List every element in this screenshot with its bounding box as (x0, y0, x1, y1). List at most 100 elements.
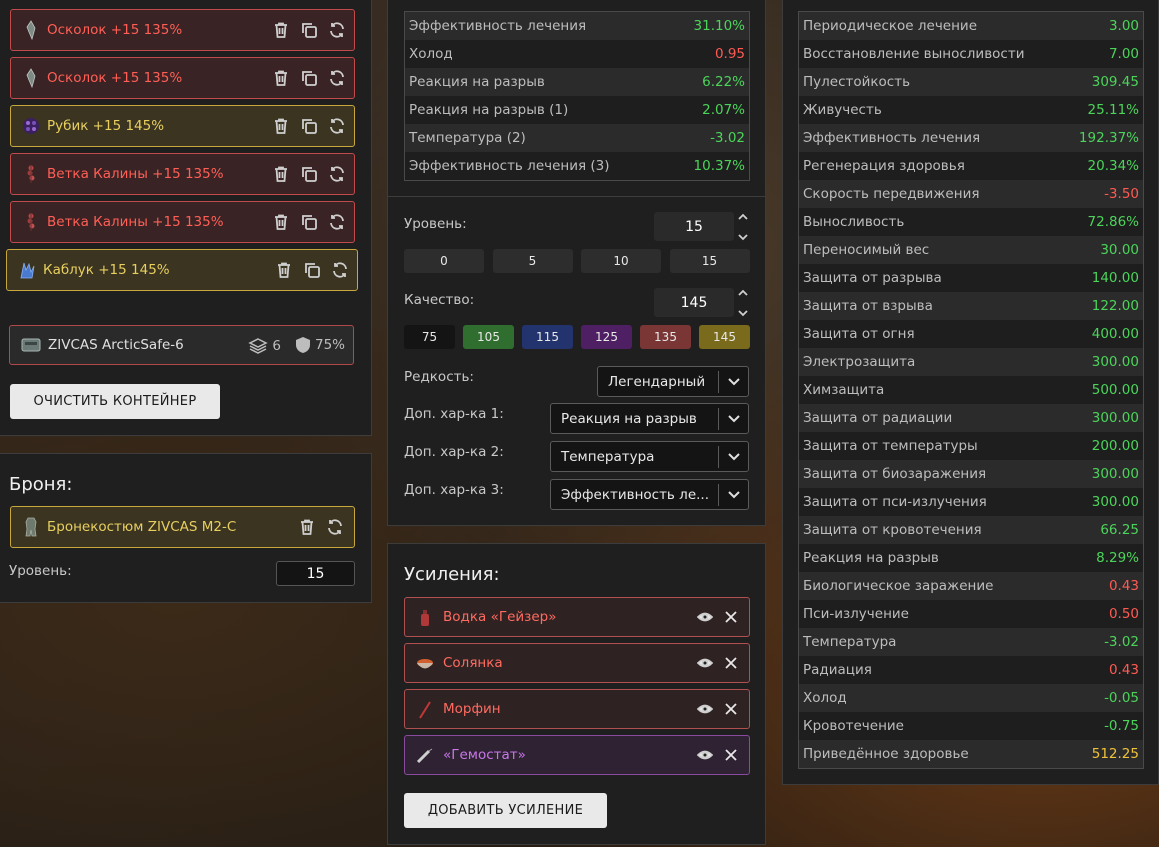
container-item[interactable]: ZIVCAS ArcticSafe-6 6 75% (9, 325, 354, 365)
level-stepper[interactable] (736, 213, 750, 241)
stat-value: 3.00 (1108, 18, 1139, 34)
chevron-down-icon[interactable] (738, 233, 748, 241)
artifact-slot[interactable]: Ветка Калины +15 135% (10, 201, 355, 243)
trash-icon[interactable] (272, 21, 290, 39)
close-icon[interactable] (723, 701, 739, 717)
artifact-slot[interactable]: Каблук +15 145% (6, 249, 358, 291)
quality-input[interactable]: 145 (654, 288, 734, 317)
artifact-stats-table: Эффективность лечения 31.10% Холод 0.95 Реак… (404, 11, 750, 181)
level-preset-button[interactable]: 0 (404, 249, 484, 273)
stat-row: Защита от температуры 200.00 (799, 432, 1143, 460)
boost-item[interactable]: «Гемостат» (404, 735, 750, 775)
close-icon[interactable] (723, 747, 739, 763)
shard-icon (21, 68, 41, 88)
extra2-select[interactable]: Температура (550, 441, 749, 472)
trash-icon[interactable] (272, 69, 290, 87)
stat-value: 31.10% (693, 18, 745, 34)
eye-icon[interactable] (697, 747, 713, 763)
trash-icon[interactable] (272, 117, 290, 135)
extra3-value: Эффективность ле... (561, 486, 709, 503)
boost-item[interactable]: Морфин (404, 689, 750, 729)
stat-label: Переносимый вес (803, 242, 930, 258)
quality-preset-button[interactable]: 105 (463, 325, 514, 349)
refresh-icon[interactable] (328, 69, 346, 87)
artifact-slot[interactable]: Рубик +15 145% (10, 105, 355, 147)
stat-row: Приведённое здоровье 512.25 (799, 740, 1143, 768)
stat-value: 300.00 (1091, 466, 1139, 482)
quality-preset-button[interactable]: 115 (522, 325, 573, 349)
stat-label: Периодическое лечение (803, 18, 978, 34)
boost-item[interactable]: Водка «Гейзер» (404, 597, 750, 637)
close-icon[interactable] (723, 655, 739, 671)
rarity-select[interactable]: Легендарный (597, 366, 749, 397)
copy-icon[interactable] (300, 69, 318, 87)
stat-value: 300.00 (1091, 354, 1139, 370)
clear-container-button[interactable]: ОЧИСТИТЬ КОНТЕЙНЕР (10, 384, 220, 419)
stat-label: Защита от взрыва (803, 298, 933, 314)
stat-row: Радиация 0.43 (799, 656, 1143, 684)
refresh-icon[interactable] (326, 518, 344, 536)
quality-preset-button[interactable]: 135 (640, 325, 691, 349)
level-preset-button[interactable]: 15 (669, 249, 750, 273)
chevron-up-icon[interactable] (738, 289, 748, 297)
divider (388, 196, 765, 197)
stat-value: 400.00 (1091, 326, 1139, 342)
stat-row: Пси-излучение 0.50 (799, 600, 1143, 628)
rarity-value: Легендарный (608, 373, 706, 390)
stat-label: Регенерация здоровья (803, 158, 965, 174)
refresh-icon[interactable] (328, 21, 346, 39)
refresh-icon[interactable] (328, 165, 346, 183)
stat-value: 0.43 (1108, 578, 1139, 594)
quality-stepper[interactable] (736, 289, 750, 317)
stat-row: Защита от пси-излучения 300.00 (799, 488, 1143, 516)
stat-row: Кровотечение -0.75 (799, 712, 1143, 740)
trash-icon[interactable] (275, 261, 293, 279)
refresh-icon[interactable] (331, 261, 349, 279)
stat-value: 0.50 (1108, 606, 1139, 622)
close-icon[interactable] (723, 609, 739, 625)
eye-icon[interactable] (697, 655, 713, 671)
trash-icon[interactable] (298, 518, 316, 536)
artifact-slot-label: Ветка Калины +15 135% (47, 166, 224, 182)
artifact-slot-label: Осколок +15 135% (47, 70, 183, 86)
refresh-icon[interactable] (328, 213, 346, 231)
stat-row: Защита от кровотечения 66.25 (799, 516, 1143, 544)
copy-icon[interactable] (300, 165, 318, 183)
eye-icon[interactable] (697, 701, 713, 717)
artifact-slot[interactable]: Осколок +15 135% (10, 9, 355, 51)
boost-item[interactable]: Солянка (404, 643, 750, 683)
level-input[interactable]: 15 (654, 212, 734, 241)
copy-icon[interactable] (300, 117, 318, 135)
extra1-select[interactable]: Реакция на разрыв (550, 403, 749, 434)
quality-preset-button[interactable]: 145 (699, 325, 750, 349)
trash-icon[interactable] (272, 165, 290, 183)
artifact-slot-label: Осколок +15 135% (47, 22, 183, 38)
slot-actions (272, 117, 346, 135)
stat-label: Реакция на разрыв (409, 74, 545, 90)
stat-row: Выносливость 72.86% (799, 208, 1143, 236)
copy-icon[interactable] (303, 261, 321, 279)
copy-icon[interactable] (300, 21, 318, 39)
armor-level-input[interactable]: 15 (276, 561, 355, 586)
refresh-icon[interactable] (328, 117, 346, 135)
stat-value: 309.45 (1091, 74, 1139, 90)
artifact-slot[interactable]: Осколок +15 135% (10, 57, 355, 99)
stat-label: Электрозащита (803, 354, 916, 370)
artifact-slot[interactable]: Ветка Калины +15 135% (10, 153, 355, 195)
container-protection-value: 75% (314, 337, 345, 353)
chevron-down-icon[interactable] (738, 309, 748, 317)
chevron-up-icon[interactable] (738, 213, 748, 221)
copy-icon[interactable] (300, 213, 318, 231)
boost-actions (697, 609, 739, 625)
quality-preset-button[interactable]: 75 (404, 325, 455, 349)
trash-icon[interactable] (272, 213, 290, 231)
armor-slot[interactable]: Бронекостюм ZIVCAS M2-C (10, 506, 355, 548)
stat-label: Защита от температуры (803, 438, 978, 454)
add-boost-button[interactable]: ДОБАВИТЬ УСИЛЕНИЕ (404, 793, 607, 828)
level-preset-button[interactable]: 5 (492, 249, 573, 273)
stat-row: Защита от биозаражения 300.00 (799, 460, 1143, 488)
quality-preset-button[interactable]: 125 (581, 325, 632, 349)
extra3-select[interactable]: Эффективность ле... (550, 479, 749, 510)
eye-icon[interactable] (697, 609, 713, 625)
level-preset-button[interactable]: 10 (581, 249, 661, 273)
